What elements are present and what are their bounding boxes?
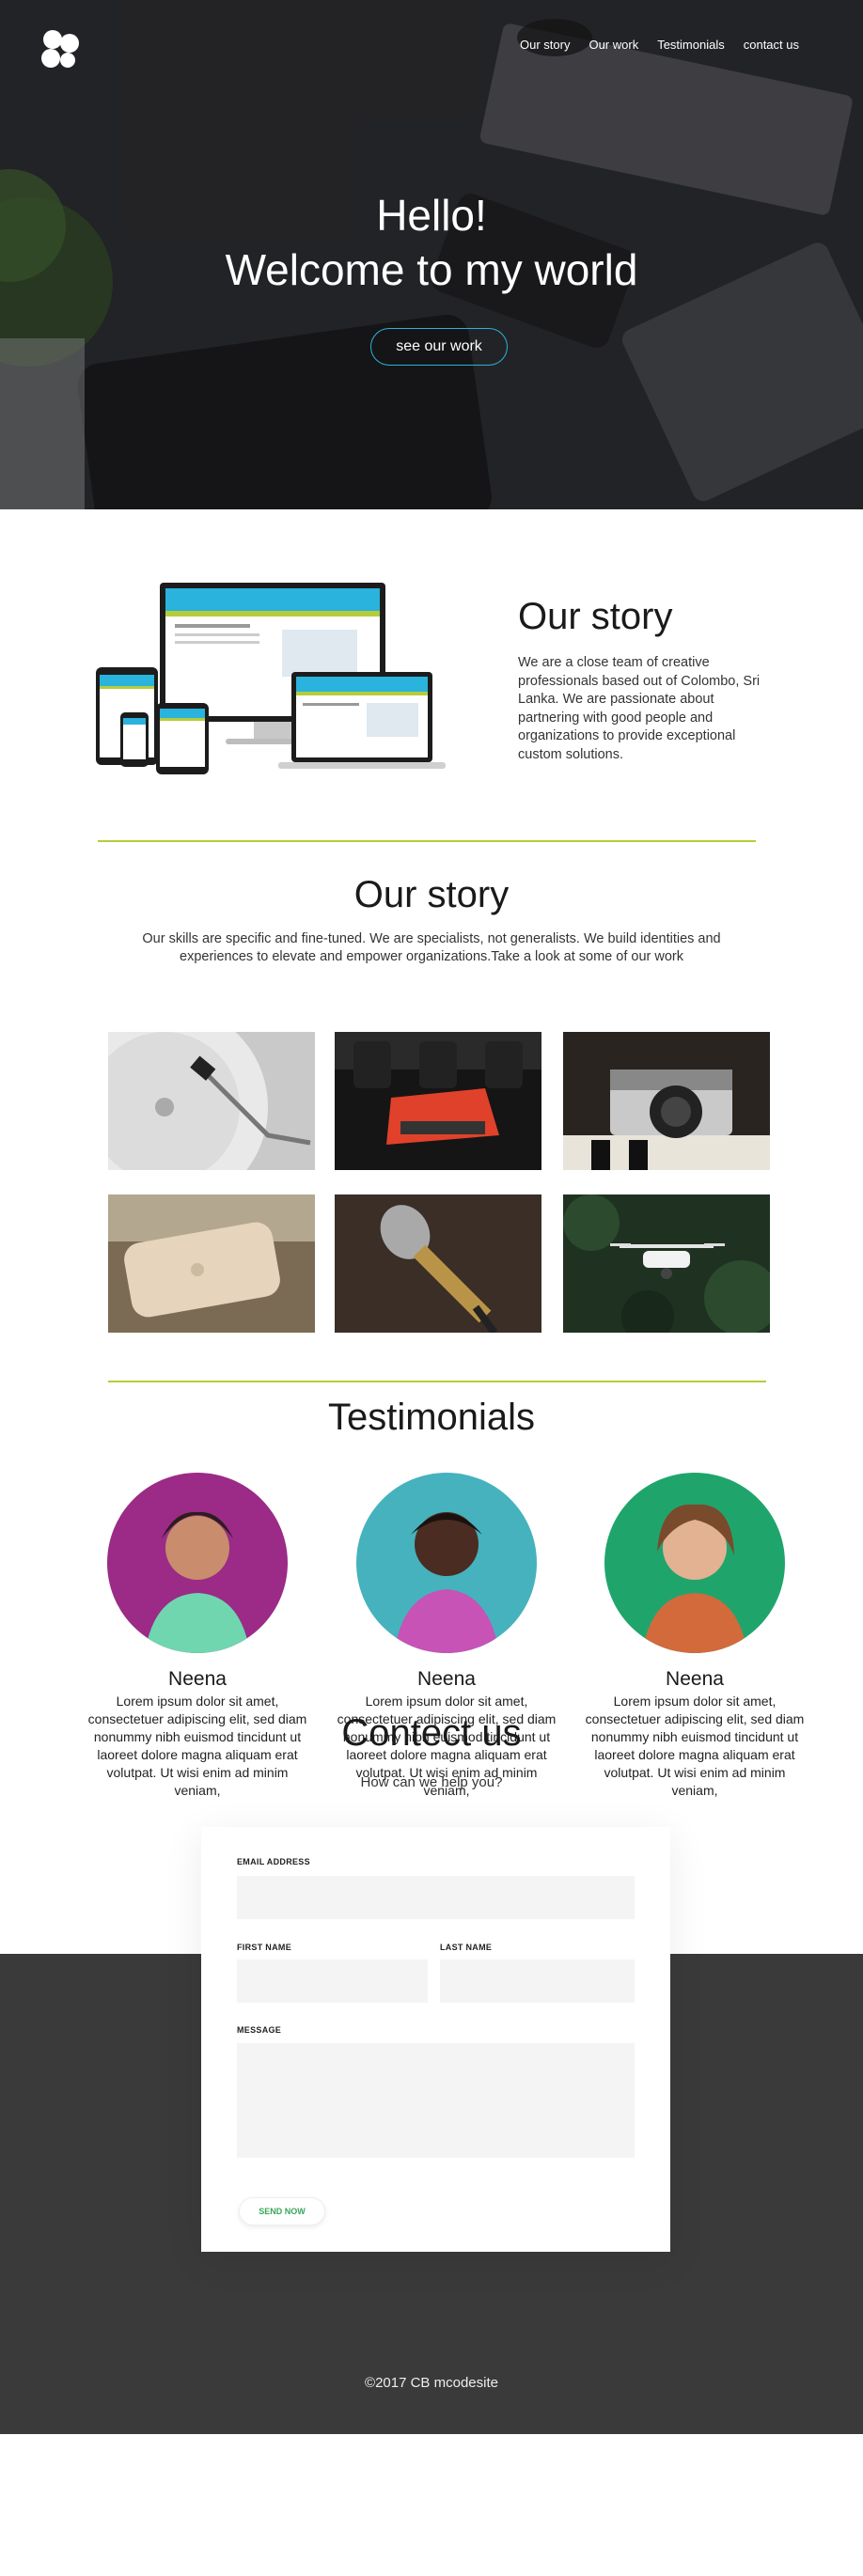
turntable-icon xyxy=(108,1032,315,1170)
drone-icon xyxy=(563,1194,770,1333)
testimonial-name: Neena xyxy=(168,1668,227,1690)
person-photo xyxy=(107,1473,288,1653)
nav-testimonials[interactable]: Testimonials xyxy=(657,38,725,52)
work-tile-phone[interactable] xyxy=(108,1194,315,1333)
work-tile-camera[interactable] xyxy=(563,1032,770,1170)
phone-icon xyxy=(108,1194,315,1333)
footer-copyright: ©2017 CB mcodesite xyxy=(365,2375,498,2391)
contact-subheading: How can we help you? xyxy=(360,1774,503,1790)
message-label: MESSAGE xyxy=(237,2025,282,2035)
person-photo xyxy=(604,1473,785,1653)
email-label: EMAIL ADDRESS xyxy=(237,1857,310,1866)
top-nav: Our story Our work Testimonials contact … xyxy=(520,38,799,52)
work-section: Our story Our skills are specific and fi… xyxy=(0,846,863,1798)
testimonials-heading: Testimonials xyxy=(327,1397,536,1438)
story-heading: Our story xyxy=(518,596,673,637)
nav-our-work[interactable]: Our work xyxy=(588,38,638,52)
story-body: We are a close team of creative professi… xyxy=(518,655,761,762)
nav-contact-us[interactable]: contact us xyxy=(744,38,799,52)
section-divider xyxy=(98,840,756,842)
testimonial-name: Neena xyxy=(417,1668,476,1690)
message-field[interactable] xyxy=(237,2043,635,2158)
last-name-field[interactable] xyxy=(440,1959,635,2003)
work-tile-microphone[interactable] xyxy=(335,1194,541,1333)
hero-title-line1: Hello! xyxy=(376,191,487,240)
contact-form: EMAIL ADDRESS FIRST NAME LAST NAME MESSA… xyxy=(201,1827,670,2252)
contact-section: Contect us How can we help you? EMAIL AD… xyxy=(0,1701,863,2434)
send-now-button[interactable]: SEND NOW xyxy=(239,2197,325,2225)
section-divider xyxy=(108,1381,766,1382)
nav-our-story[interactable]: Our story xyxy=(520,38,570,52)
hero-section: Our story Our work Testimonials contact … xyxy=(0,0,863,509)
first-name-label: FIRST NAME xyxy=(237,1943,291,1952)
avatar xyxy=(604,1473,785,1653)
work-heading: Our story xyxy=(353,874,510,915)
avatar xyxy=(356,1473,537,1653)
person-photo xyxy=(356,1473,537,1653)
contact-heading: Contect us xyxy=(341,1712,522,1754)
first-name-field[interactable] xyxy=(237,1959,428,2003)
email-field[interactable] xyxy=(237,1876,635,1919)
work-tile-turntable[interactable] xyxy=(108,1032,315,1170)
responsive-devices-image xyxy=(96,583,446,774)
see-our-work-button[interactable]: see our work xyxy=(370,328,508,366)
work-intro: Our skills are specific and fine-tuned. … xyxy=(142,931,721,964)
typewriter-icon xyxy=(335,1032,541,1170)
hero-title-line2: Welcome to my world xyxy=(225,245,638,294)
work-tile-drone[interactable] xyxy=(563,1194,770,1333)
testimonial-name: Neena xyxy=(666,1668,724,1690)
avatar xyxy=(107,1473,288,1653)
work-tile-typewriter[interactable] xyxy=(335,1032,541,1170)
microphone-icon xyxy=(335,1194,541,1333)
logo-icon[interactable] xyxy=(38,26,85,73)
camera-icon xyxy=(563,1032,770,1170)
last-name-label: LAST NAME xyxy=(440,1943,493,1952)
hero-title: Hello! Welcome to my world xyxy=(0,188,863,297)
